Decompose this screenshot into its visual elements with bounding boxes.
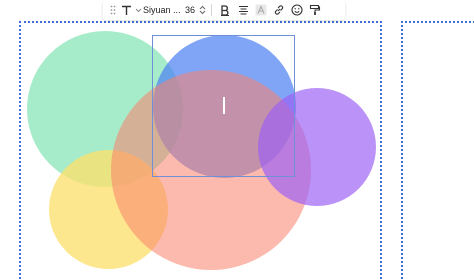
bold-icon[interactable] — [216, 2, 234, 18]
format-painter-icon[interactable] — [306, 2, 324, 18]
font-family-select[interactable]: Siyuan ... — [143, 2, 183, 18]
text-style-button[interactable] — [119, 2, 143, 18]
text-t-icon — [121, 5, 131, 15]
align-center-icon[interactable] — [234, 2, 252, 18]
drag-grip-icon[interactable] — [107, 2, 119, 18]
link-icon[interactable] — [270, 2, 288, 18]
text-format-toolbar: Siyuan ... 36 — [103, 0, 345, 20]
text-highlight-icon[interactable] — [252, 2, 270, 18]
stepper-icon[interactable] — [197, 2, 207, 18]
page-frame-right[interactable] — [401, 21, 474, 280]
emoji-icon[interactable] — [288, 2, 306, 18]
whiteboard-canvas[interactable]: Siyuan ... 36 — [0, 0, 474, 280]
toolbar-divider — [211, 4, 212, 16]
text-caret — [223, 97, 225, 114]
chevron-down-icon — [135, 8, 141, 13]
font-size-input[interactable]: 36 — [183, 2, 197, 18]
